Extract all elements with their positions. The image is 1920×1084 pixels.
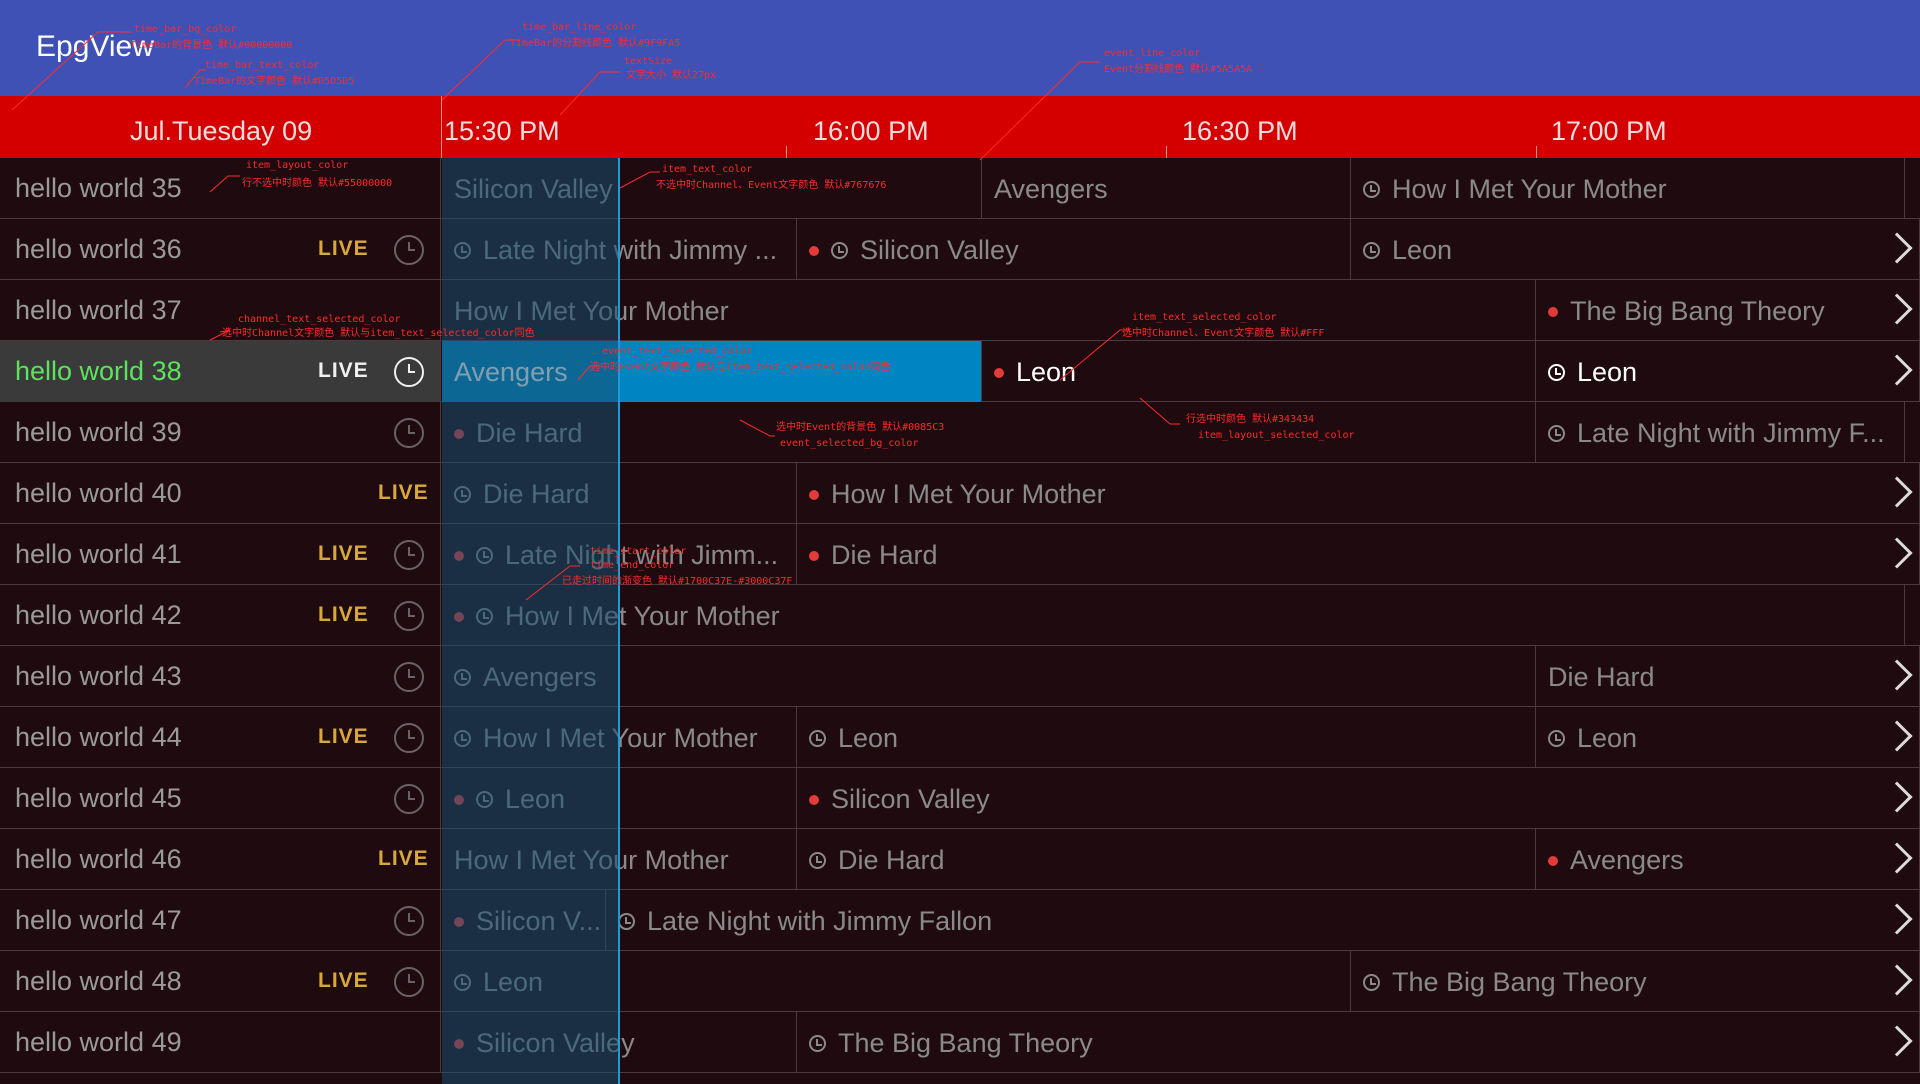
annotation: 已走过时间的渐变色 默认#1700C37E-#3000C37F (562, 576, 793, 587)
annotation: 选中时Event的背景色 默认#0085C3 (776, 422, 945, 433)
annotation: Event分割线颜色 默认#5A5A5A (1104, 64, 1253, 75)
annotation: 文字大小 默认27px (626, 70, 717, 81)
annotation: time_bar_bg_color (134, 24, 237, 35)
annotation: item_text_color (662, 164, 753, 175)
annotation: time_bar_text_color (205, 60, 320, 71)
annotation: TimeBar的背景色 默认#00000000 (130, 40, 293, 51)
annotation: 不选中时Channel、Event文字颜色 默认#767676 (656, 180, 887, 191)
annotation: item_layout_selected_color (1198, 430, 1355, 441)
annotation: 选中时Event文字颜色 默认与item_text_selected_color… (590, 362, 891, 373)
annotation: textSize (624, 56, 673, 67)
annotation: 行选中时颜色 默认#343434 (1186, 414, 1315, 425)
annotation: item_text_selected_color (1132, 312, 1277, 323)
annotation: channel_text_selected_color (238, 314, 401, 325)
annotation: 选中时Channel文字颜色 默认与item_text_selected_col… (222, 328, 535, 339)
annotation: time_end_color (590, 560, 675, 571)
annotation: 选中时Channel、Event文字颜色 默认#FFF (1122, 328, 1325, 339)
annotation: item_layout_color (246, 160, 349, 171)
annotation: event_text_selected_color (602, 346, 753, 357)
annotation: 行不选中时颜色 默认#55000000 (242, 178, 393, 189)
annotation: event_selected_bg_color (780, 438, 919, 449)
annotation: time_start_color (590, 546, 687, 557)
annotation: event_line_color (1104, 48, 1201, 59)
annotation: time_bar_line_color (522, 22, 637, 33)
annotation: TimeBar的文字颜色 默认#D5D5D5 (194, 76, 355, 87)
annotation: TimeBar的分割线颜色 默认#9F9FA5 (510, 38, 681, 49)
